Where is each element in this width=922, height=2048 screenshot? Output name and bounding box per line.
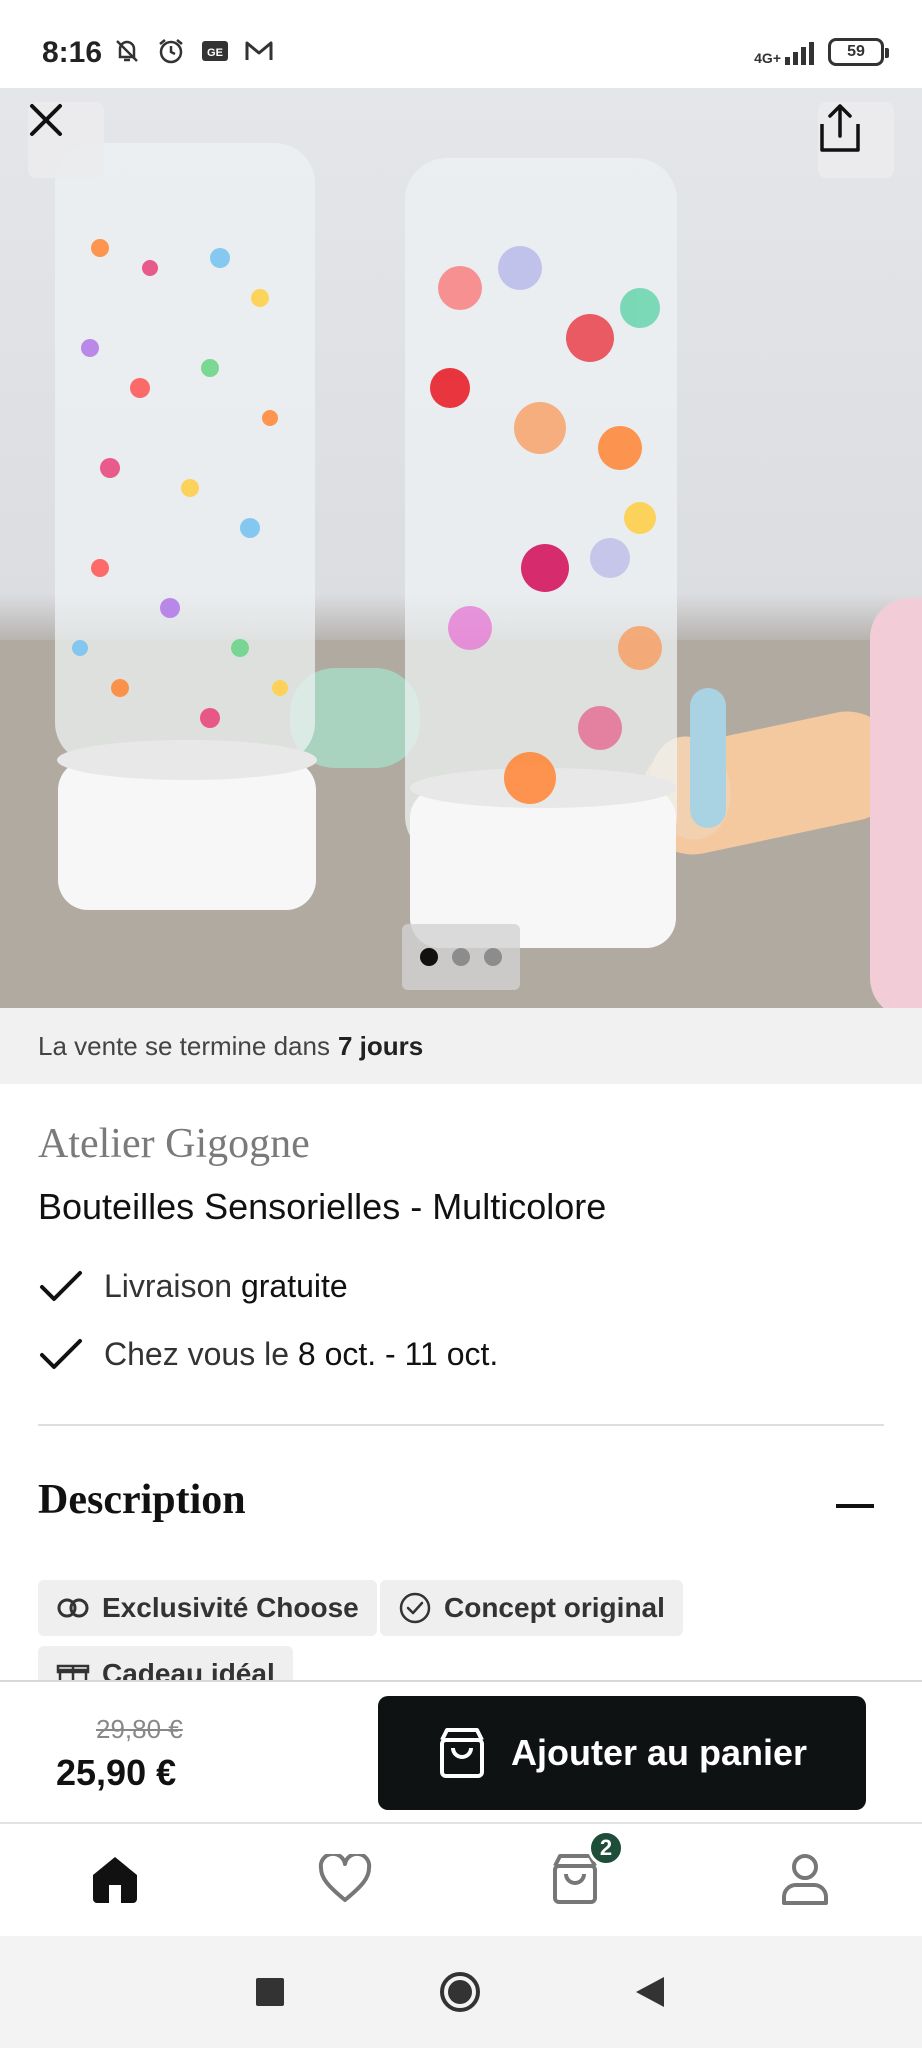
perk-delivery-date: Chez vous le 8 oct. - 11 oct. <box>38 1336 498 1373</box>
network-indicator: 4G+ <box>754 39 814 65</box>
perk-value: gratuite <box>240 1268 348 1304</box>
perk-value: 8 oct. - 11 oct. <box>297 1336 499 1372</box>
perk-label: Chez vous le <box>104 1336 289 1372</box>
nav-cart[interactable]: 2 <box>544 1830 624 1910</box>
back-triangle-icon <box>636 1977 664 2007</box>
sale-countdown-banner: La vente se termine dans 7 jours <box>0 1008 922 1084</box>
circle-icon <box>440 1972 480 2012</box>
carousel-dot[interactable] <box>484 948 502 966</box>
nav-favorites[interactable] <box>314 1848 376 1910</box>
check-circle-icon <box>399 1592 431 1624</box>
mute-notifications-icon <box>112 36 142 66</box>
brand-name[interactable]: Atelier Gigogne <box>38 1120 310 1168</box>
checkmark-icon <box>40 1270 82 1301</box>
close-icon <box>30 104 62 136</box>
share-icon <box>820 104 860 152</box>
tag-label: Concept original <box>444 1592 665 1623</box>
share-button[interactable] <box>818 102 894 178</box>
sale-countdown-duration: 7 jours <box>337 1030 424 1061</box>
bottom-navigation: 2 <box>0 1822 922 1936</box>
product-photo <box>0 143 922 1008</box>
gmail-icon <box>244 36 274 66</box>
svg-text:GE: GE <box>207 47 223 59</box>
heart-icon <box>318 1854 372 1902</box>
add-to-cart-label: Ajouter au panier <box>510 1732 808 1773</box>
sale-countdown-prefix: La vente se termine dans <box>38 1030 330 1061</box>
purchase-bar: 29,80 € 25,90 € Ajouter au panier <box>0 1680 922 1822</box>
system-back-button[interactable] <box>628 1970 672 2014</box>
close-button[interactable] <box>28 102 104 178</box>
perk-label: Livraison <box>104 1268 233 1304</box>
section-divider <box>38 1424 884 1426</box>
system-home-button[interactable] <box>438 1970 482 2014</box>
nav-home[interactable] <box>84 1848 146 1910</box>
shopping-bag-icon <box>439 1728 484 1778</box>
original-price: 29,80 € <box>96 1714 183 1744</box>
account-icon <box>782 1854 828 1905</box>
product-image-carousel[interactable] <box>0 88 922 1008</box>
description-title[interactable]: Description <box>38 1476 246 1524</box>
tag-original-concept: Concept original <box>380 1580 683 1636</box>
battery-icon: 59 <box>828 38 889 66</box>
recent-apps-button[interactable] <box>248 1970 292 2014</box>
carousel-dot[interactable] <box>420 948 438 966</box>
perk-free-delivery: Livraison gratuite <box>38 1268 348 1305</box>
collapse-icon[interactable] <box>836 1504 874 1508</box>
signal-icon <box>785 39 814 65</box>
status-bar: 8:16 GE 4G+ 59 <box>0 0 922 88</box>
carousel-dot[interactable] <box>452 948 470 966</box>
nav-account[interactable] <box>774 1848 836 1910</box>
system-navigation-bar <box>0 1936 922 2048</box>
cart-count-badge: 2 <box>588 1830 624 1866</box>
status-icons: GE <box>112 36 274 66</box>
home-icon <box>93 1857 137 1903</box>
add-to-cart-button[interactable]: Ajouter au panier <box>378 1696 866 1810</box>
sale-price: 25,90 € <box>56 1752 177 1793</box>
product-title: Bouteilles Sensorielles - Multicolore <box>38 1186 607 1227</box>
checkmark-icon <box>40 1338 82 1369</box>
ge-app-icon: GE <box>200 36 230 66</box>
tag-exclusive: Exclusivité Choose <box>38 1580 377 1636</box>
carousel-indicator <box>402 924 520 990</box>
alarm-icon <box>156 36 186 66</box>
infinity-icon <box>57 1598 89 1618</box>
status-time: 8:16 <box>42 36 103 69</box>
tag-label: Exclusivité Choose <box>102 1592 359 1623</box>
square-icon <box>256 1978 284 2006</box>
